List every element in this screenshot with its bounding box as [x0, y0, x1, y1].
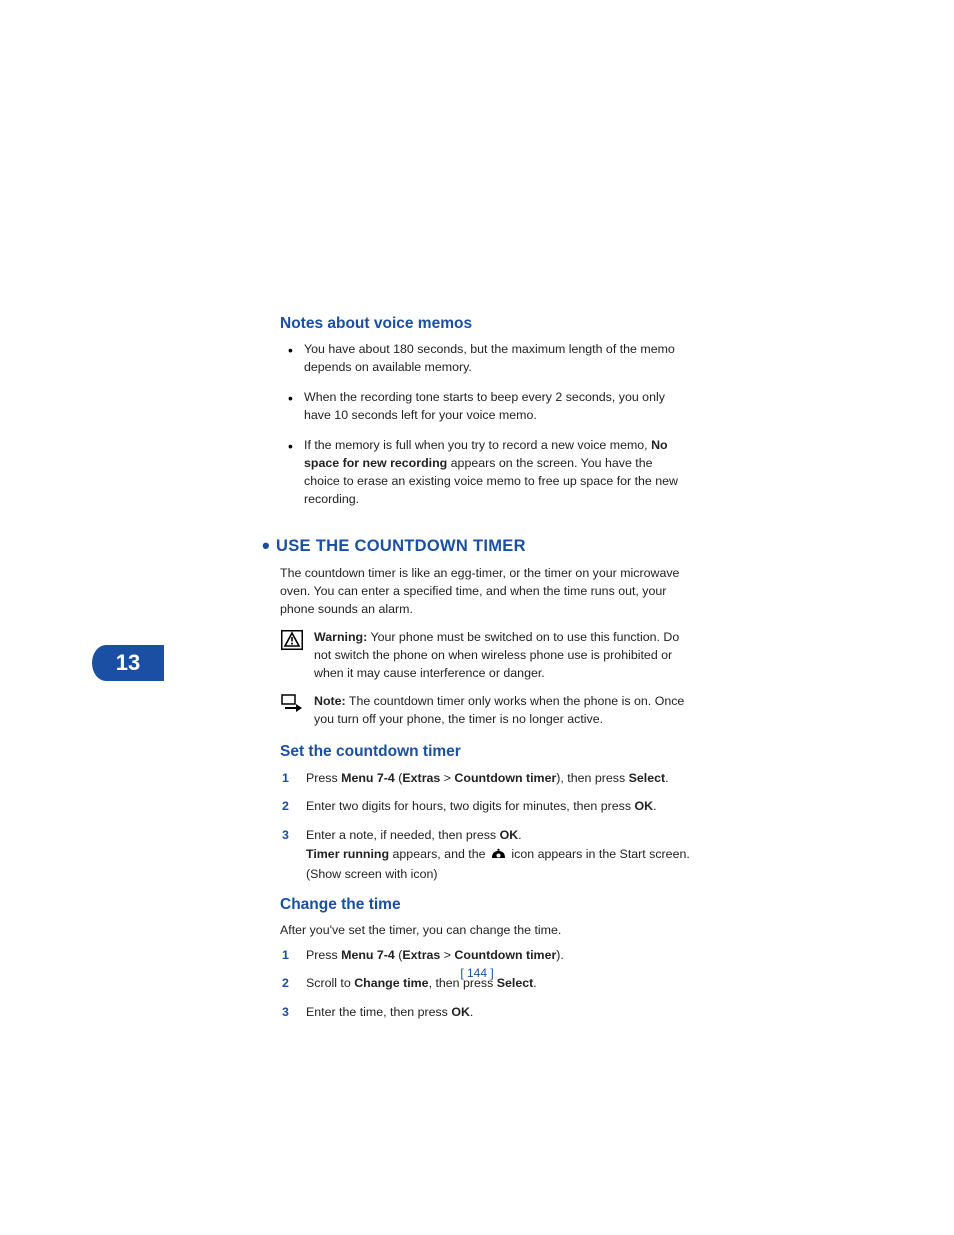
list-item: When the recording tone starts to beep e…: [288, 389, 690, 425]
list-text: You have about 180 seconds, but the maxi…: [304, 342, 675, 374]
note-arrow-icon: [280, 693, 304, 729]
step-number: 3: [282, 1003, 289, 1022]
warning-body: Your phone must be switched on to use th…: [314, 630, 679, 680]
warning-icon: [280, 629, 304, 683]
note-body: The countdown timer only works when the …: [314, 694, 684, 726]
warning-callout: Warning: Your phone must be switched on …: [280, 629, 690, 683]
section-bullet: •: [262, 533, 270, 558]
page-content: Notes about voice memos You have about 1…: [280, 315, 690, 1034]
t: OK: [635, 799, 654, 813]
chapter-number: 13: [116, 650, 140, 676]
t: .: [653, 799, 656, 813]
t: .: [470, 1005, 473, 1019]
t: Extras: [402, 771, 440, 785]
t: appears, and the: [389, 847, 489, 861]
step-item: 1 Press Menu 7-4 (Extras > Countdown tim…: [280, 946, 690, 965]
t: Enter two digits for hours, two digits f…: [306, 799, 635, 813]
t: Countdown timer: [454, 771, 556, 785]
step-number: 2: [282, 797, 289, 816]
t: ), then press: [556, 771, 628, 785]
step-item: 1 Press Menu 7-4 (Extras > Countdown tim…: [280, 769, 690, 788]
heading-set-timer: Set the countdown timer: [280, 743, 690, 761]
heading-notes: Notes about voice memos: [280, 315, 690, 333]
t: Menu 7-4: [341, 948, 395, 962]
t: OK: [451, 1005, 470, 1019]
t: Press: [306, 771, 341, 785]
t: OK: [500, 828, 519, 842]
section-title-text: USE THE COUNTDOWN TIMER: [276, 537, 526, 555]
t: Select: [629, 771, 666, 785]
note-text: Note: The countdown timer only works whe…: [314, 693, 690, 729]
warning-text: Warning: Your phone must be switched on …: [314, 629, 690, 683]
warning-label: Warning:: [314, 630, 367, 644]
t: Countdown timer: [454, 948, 556, 962]
section-heading: • USE THE COUNTDOWN TIMER: [262, 531, 690, 557]
t: >: [440, 948, 454, 962]
list-text-part: If the memory is full when you try to re…: [304, 438, 651, 452]
t: Enter a note, if needed, then press: [306, 828, 500, 842]
note-callout: Note: The countdown timer only works whe…: [280, 693, 690, 729]
section-intro: The countdown timer is like an egg-timer…: [280, 565, 690, 619]
t: .: [665, 771, 668, 785]
step-number: 1: [282, 946, 289, 965]
list-text: When the recording tone starts to beep e…: [304, 390, 665, 422]
t: >: [440, 771, 454, 785]
notes-list: You have about 180 seconds, but the maxi…: [280, 341, 690, 509]
t: Extras: [402, 948, 440, 962]
change-intro: After you've set the timer, you can chan…: [280, 922, 690, 940]
heading-change-time: Change the time: [280, 896, 690, 914]
t: Timer running: [306, 847, 389, 861]
t: Enter the time, then press: [306, 1005, 451, 1019]
t: ).: [556, 948, 564, 962]
t: Menu 7-4: [341, 771, 395, 785]
step-item: 2 Enter two digits for hours, two digits…: [280, 797, 690, 816]
list-item: You have about 180 seconds, but the maxi…: [288, 341, 690, 377]
note-label: Note:: [314, 694, 346, 708]
page-number: [ 144 ]: [0, 966, 954, 980]
t: Press: [306, 948, 341, 962]
t: .: [518, 828, 521, 842]
step-number: 3: [282, 826, 289, 845]
change-time-steps: 1 Press Menu 7-4 (Extras > Countdown tim…: [280, 946, 690, 1022]
list-item: If the memory is full when you try to re…: [288, 437, 690, 509]
step-number: 1: [282, 769, 289, 788]
timer-icon: [491, 847, 506, 866]
set-timer-steps: 1 Press Menu 7-4 (Extras > Countdown tim…: [280, 769, 690, 884]
step-item: 3 Enter a note, if needed, then press OK…: [280, 826, 690, 884]
step-item: 3 Enter the time, then press OK.: [280, 1003, 690, 1022]
chapter-tab: 13: [92, 645, 164, 681]
